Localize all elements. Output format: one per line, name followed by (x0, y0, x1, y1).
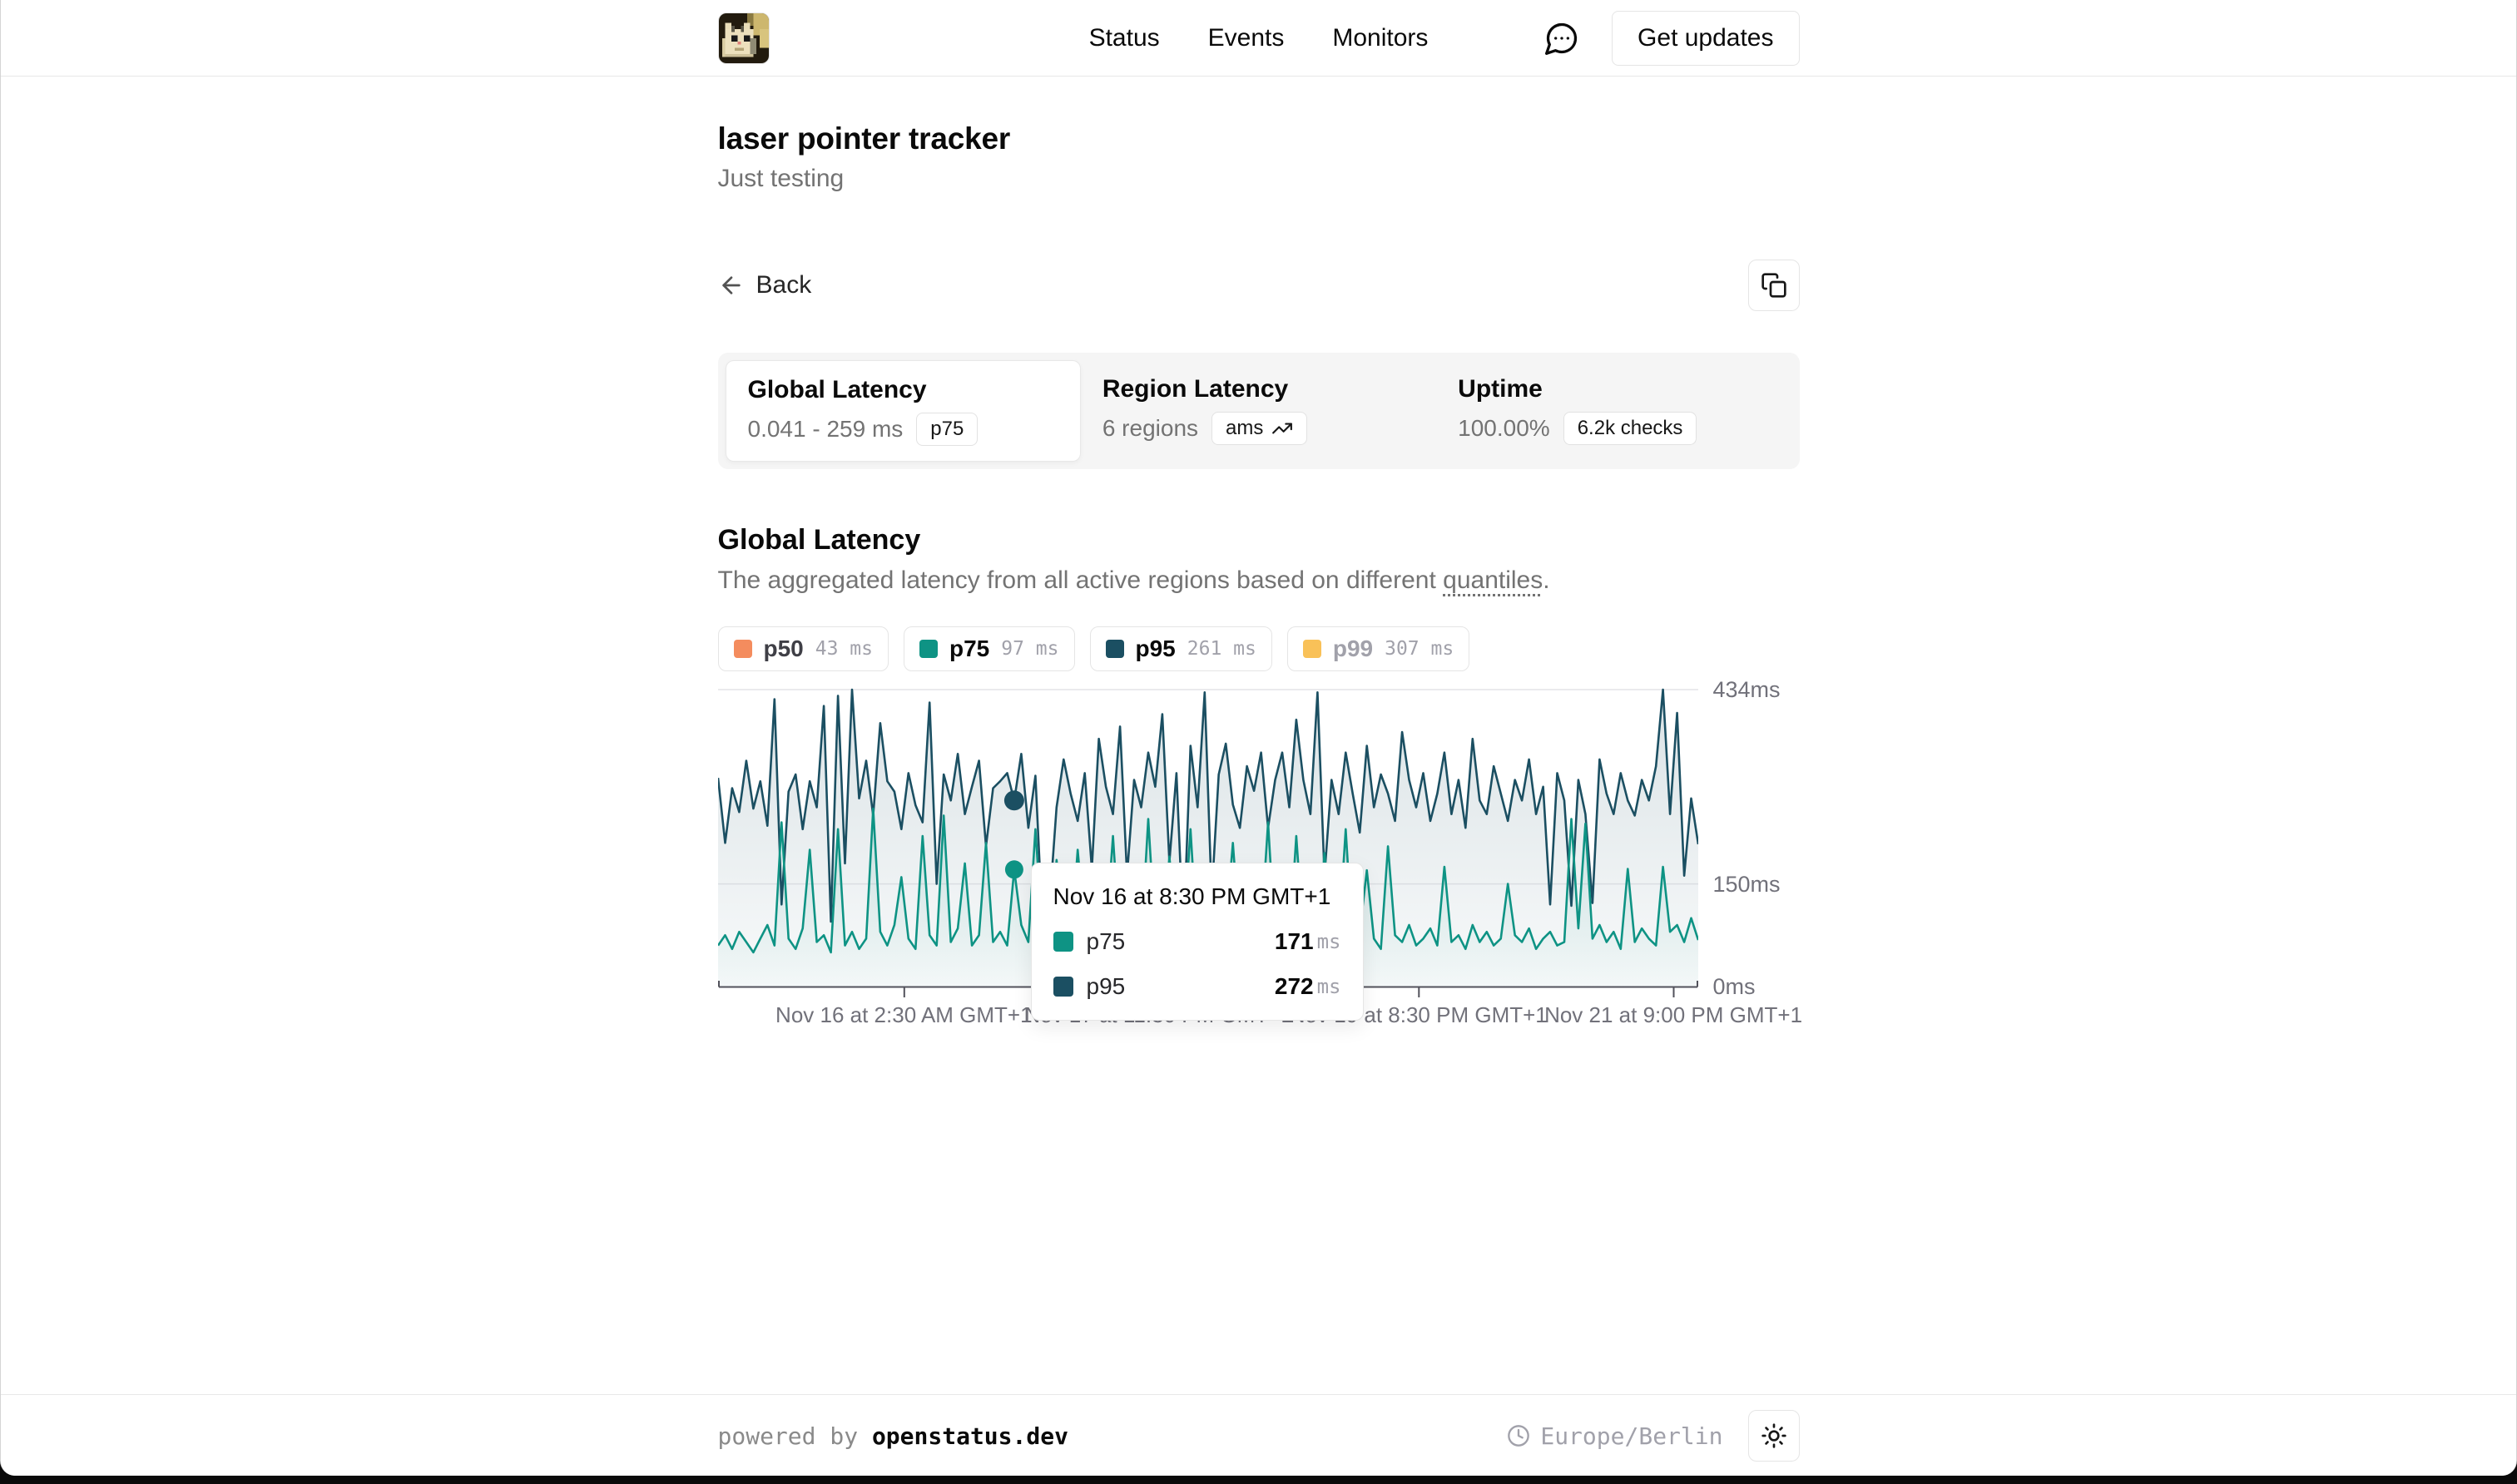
tab-title: Region Latency (1102, 375, 1415, 403)
legend-item-p75[interactable]: p75 97 ms (904, 626, 1075, 671)
legend-label: p75 (949, 636, 989, 662)
hover-dot-p75 (1004, 860, 1023, 878)
chart-section-header: Global Latency The aggregated latency fr… (718, 524, 1800, 595)
region-badge: ams (1211, 412, 1307, 445)
main-nav: Status Events Monitors (1089, 24, 1429, 52)
tab-title: Global Latency (748, 376, 1058, 404)
y-tick-label: 150ms (1713, 872, 1781, 898)
page-subtitle: Just testing (718, 165, 1800, 193)
tooltip-swatch (1053, 932, 1073, 952)
legend-value: 97 ms (1001, 638, 1058, 660)
copy-link-button[interactable] (1748, 260, 1800, 311)
legend-value: 261 ms (1187, 638, 1256, 660)
toolbar-row: Back (718, 260, 1800, 311)
tooltip-unit: ms (1317, 930, 1341, 953)
tab-title: Uptime (1458, 375, 1770, 403)
clock-icon (1507, 1424, 1530, 1447)
screenshot-stage: Status Events Monitors Get updates laser p… (0, 0, 2517, 1484)
back-link[interactable]: Back (718, 271, 812, 299)
tooltip-row-p75: p75171ms (1053, 928, 1341, 955)
nav-link-status[interactable]: Status (1089, 24, 1160, 52)
legend-swatch (919, 640, 938, 658)
get-updates-button[interactable]: Get updates (1612, 11, 1799, 66)
quantiles-link[interactable]: quantiles (1443, 566, 1543, 594)
timezone-indicator: Europe/Berlin (1507, 1422, 1722, 1450)
message-bubble-dots-icon (1543, 20, 1580, 57)
y-tick-label: 0ms (1713, 974, 1756, 1000)
powered-by: powered by openstatus.dev (718, 1422, 1068, 1450)
tab-value: 6 regions (1102, 415, 1198, 442)
tooltip-series-label: p75 (1087, 928, 1275, 955)
nav-link-events[interactable]: Events (1208, 24, 1285, 52)
legend-label: p99 (1333, 636, 1373, 662)
legend-value: 43 ms (815, 638, 873, 660)
y-tick-label: 434ms (1713, 677, 1781, 703)
feedback-chat-button[interactable] (1543, 20, 1580, 57)
site-logo[interactable] (718, 12, 770, 64)
tooltip-series-label: p95 (1087, 973, 1275, 1000)
legend-swatch (734, 640, 752, 658)
legend-label: p95 (1136, 636, 1176, 662)
trending-up-icon (1271, 418, 1293, 439)
quantile-badge: p75 (916, 413, 978, 446)
legend-item-p50[interactable]: p50 43 ms (718, 626, 889, 671)
tab-global-latency[interactable]: Global Latency 0.041 - 259 ms p75 (726, 360, 1081, 462)
tooltip-swatch (1053, 977, 1073, 997)
tooltip-unit: ms (1317, 975, 1341, 998)
tab-uptime[interactable]: Uptime 100.00% 6.2k checks (1436, 360, 1791, 462)
legend-label: p50 (764, 636, 804, 662)
tooltip-timestamp: Nov 16 at 8:30 PM GMT+1 (1053, 883, 1341, 910)
chart-legend: p50 43 ms p75 97 ms p95 261 ms p99 307 ms (718, 626, 1800, 671)
arrow-left-icon (718, 272, 745, 299)
metric-tabs: Global Latency 0.041 - 259 ms p75 Region… (718, 353, 1800, 469)
status-page: Status Events Monitors Get updates laser p… (0, 0, 2517, 1476)
nav-link-monitors[interactable]: Monitors (1332, 24, 1428, 52)
top-navbar: Status Events Monitors Get updates (1, 0, 2516, 77)
x-tick-label: Nov 16 at 2:30 AM GMT+1 (775, 1002, 1033, 1028)
legend-item-p95[interactable]: p95 261 ms (1090, 626, 1272, 671)
legend-swatch (1106, 640, 1124, 658)
tab-region-latency[interactable]: Region Latency 6 regions ams (1081, 360, 1436, 462)
openstatus-link[interactable]: openstatus.dev (872, 1422, 1068, 1450)
section-title: Global Latency (718, 524, 1800, 556)
theme-toggle-button[interactable] (1748, 1410, 1800, 1462)
tab-value: 0.041 - 259 ms (748, 416, 904, 443)
tooltip-value: 272 (1275, 973, 1314, 1000)
timezone-label: Europe/Berlin (1540, 1422, 1722, 1450)
pixel-cat-avatar (719, 13, 769, 63)
back-label: Back (756, 271, 812, 299)
page-header: laser pointer tracker Just testing (718, 121, 1800, 193)
x-tick-label: Nov 21 at 9:00 PM GMT+1 (1544, 1002, 1802, 1028)
copy-icon (1761, 272, 1787, 299)
legend-value: 307 ms (1385, 638, 1454, 660)
sun-icon (1761, 1422, 1787, 1449)
page-title: laser pointer tracker (718, 121, 1800, 156)
checks-badge: 6.2k checks (1563, 412, 1697, 445)
tooltip-value: 171 (1275, 928, 1314, 955)
page-footer: powered by openstatus.dev Europe/Berlin (1, 1394, 2516, 1476)
legend-swatch (1303, 640, 1321, 658)
tooltip-row-p95: p95272ms (1053, 973, 1341, 1000)
hover-dot-p95 (1003, 790, 1023, 810)
latency-chart: 434ms150ms0ms Nov 16 at 2:30 AM GMT+1Nov… (718, 681, 1800, 1047)
tab-value: 100.00% (1458, 415, 1550, 442)
legend-item-p99[interactable]: p99 307 ms (1287, 626, 1469, 671)
section-description: The aggregated latency from all active r… (718, 566, 1800, 595)
chart-tooltip: Nov 16 at 8:30 PM GMT+1 p75171msp95272ms (1031, 863, 1364, 1021)
